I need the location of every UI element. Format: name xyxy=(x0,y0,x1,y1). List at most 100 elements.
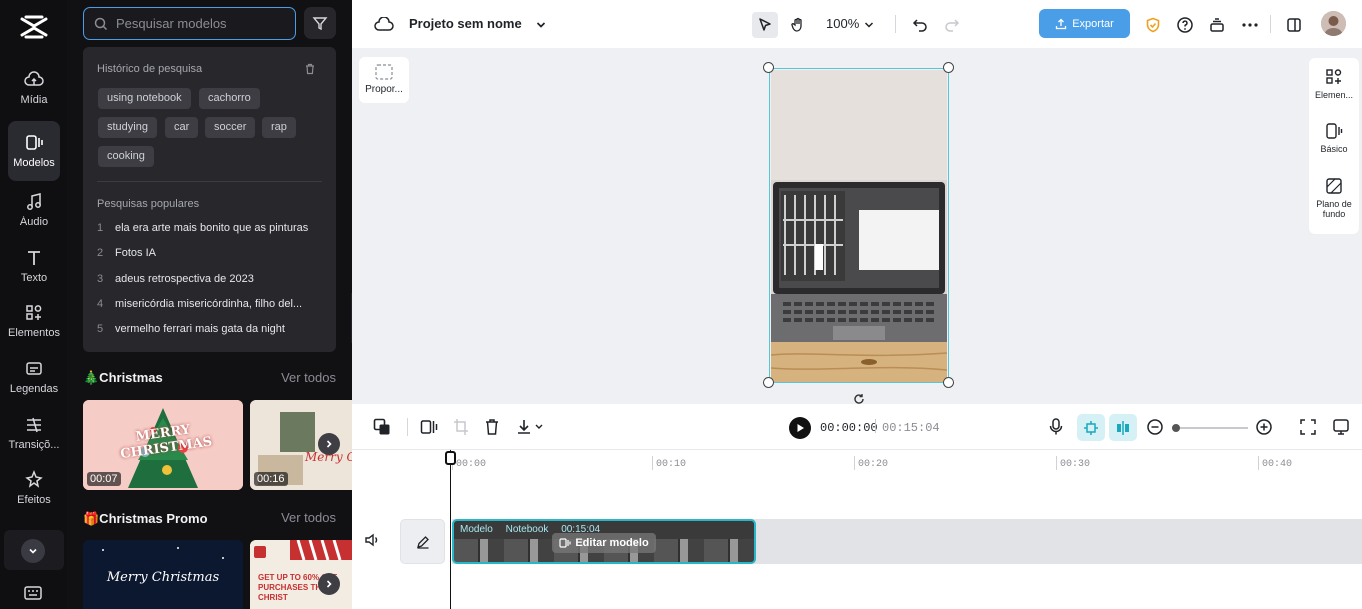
captions-icon xyxy=(26,362,42,375)
scroll-right-button[interactable] xyxy=(318,573,340,595)
see-all-christmas-link[interactable]: Ver todos xyxy=(281,370,336,385)
transitions-icon xyxy=(27,417,41,433)
total-time: 00:15:04 xyxy=(882,421,940,435)
redo-button[interactable] xyxy=(939,12,965,38)
resize-handle[interactable] xyxy=(763,377,774,388)
pencil-icon xyxy=(416,535,429,549)
zoom-out-icon[interactable] xyxy=(1146,418,1164,441)
download-icon[interactable] xyxy=(516,418,544,441)
divider xyxy=(97,181,322,182)
right-tools-panel: Elemen... Básico Plano de fundo xyxy=(1309,58,1359,234)
split-merge-icon[interactable] xyxy=(373,418,391,441)
rail-label: Legendas xyxy=(9,383,59,395)
tick-mark xyxy=(1258,456,1259,470)
popular-search-item[interactable]: 4 misericórdia misericórdinha, filho del.… xyxy=(97,298,312,310)
rail-item-templates[interactable]: Modelos xyxy=(8,121,60,181)
export-label: Exportar xyxy=(1072,17,1114,30)
scroll-right-button[interactable] xyxy=(318,433,340,455)
rail-item-effects[interactable]: Efeitos xyxy=(8,470,60,530)
clear-history-button[interactable] xyxy=(304,62,316,80)
microphone-icon[interactable] xyxy=(1049,418,1063,441)
rail-item-transitions[interactable]: Transiçõ... xyxy=(8,415,60,475)
pro-shield-icon[interactable] xyxy=(1140,12,1166,38)
history-chip[interactable]: using notebook xyxy=(98,88,191,109)
hand-icon xyxy=(791,17,802,32)
popular-search-text: Fotos IA xyxy=(115,247,156,259)
rail-item-text[interactable]: Texto xyxy=(8,248,60,308)
undo-button[interactable] xyxy=(907,12,933,38)
history-chip[interactable]: cooking xyxy=(98,146,154,167)
tick-label: 00:40 xyxy=(1262,459,1293,470)
zoom-in-icon[interactable] xyxy=(1255,418,1273,441)
feedback-icon[interactable] xyxy=(1332,418,1350,441)
search-suggestions-dropdown: Histórico de pesquisa using notebook cac… xyxy=(83,47,336,352)
resize-handle[interactable] xyxy=(763,62,774,73)
keyboard-icon[interactable] xyxy=(24,586,42,605)
tool-basic[interactable]: Básico xyxy=(1309,122,1359,154)
rail-label: Áudio xyxy=(19,216,49,228)
project-title[interactable]: Projeto sem nome xyxy=(409,16,522,31)
template-thumb[interactable]: GET UP TO 60% OFF PURCHASES THIS CHRIST xyxy=(250,540,352,609)
top-bar: Projeto sem nome 100% Exportar xyxy=(352,0,1362,48)
popular-search-item[interactable]: 5 vermelho ferrari mais gata da night xyxy=(97,323,312,335)
delete-icon[interactable] xyxy=(484,418,500,441)
filter-button[interactable] xyxy=(304,7,336,39)
see-all-christmas-promo-link[interactable]: Ver todos xyxy=(281,510,336,525)
search-input[interactable] xyxy=(116,16,286,31)
tick-mark xyxy=(652,456,653,470)
history-chip[interactable]: studying xyxy=(98,117,157,138)
history-chip[interactable]: soccer xyxy=(205,117,256,138)
rail-item-captions[interactable]: Legendas xyxy=(8,359,60,419)
zoom-level[interactable]: 100% xyxy=(826,16,859,31)
fit-timeline-icon[interactable] xyxy=(1299,418,1317,441)
toggle-panel-icon[interactable] xyxy=(1281,12,1307,38)
history-chip[interactable]: rap xyxy=(262,117,296,138)
timeline-zoom-slider[interactable] xyxy=(1172,424,1248,432)
tick-mark xyxy=(854,456,855,470)
crop-icon[interactable] xyxy=(453,418,469,441)
edit-template-button[interactable]: Editar modelo xyxy=(552,533,656,553)
export-button[interactable]: Exportar xyxy=(1039,9,1130,38)
zoom-chevron-icon[interactable] xyxy=(856,12,882,38)
link-toggle[interactable] xyxy=(1109,414,1137,441)
cover-edit-button[interactable] xyxy=(400,519,445,564)
tool-background[interactable]: Plano de fundo xyxy=(1309,177,1359,219)
hand-tool-button[interactable] xyxy=(785,12,811,38)
search-box[interactable] xyxy=(83,7,296,40)
popular-search-text: misericórdia misericórdinha, filho del..… xyxy=(115,298,303,310)
more-options-icon[interactable] xyxy=(1237,12,1263,38)
popular-search-item[interactable]: 1 ela era arte mais bonito que as pintura… xyxy=(97,222,312,234)
project-menu-chevron-icon[interactable] xyxy=(528,12,554,38)
track-volume-icon[interactable] xyxy=(364,533,380,552)
play-button[interactable] xyxy=(789,417,811,439)
avatar[interactable] xyxy=(1321,11,1346,36)
template-thumb[interactable]: MERRY CHRISTMAS 00:07 xyxy=(83,400,243,490)
elements-icon xyxy=(1326,69,1342,84)
split-clip-icon[interactable] xyxy=(420,418,438,441)
resize-handle[interactable] xyxy=(943,377,954,388)
template-clip[interactable]: Modelo Notebook 00:15:04 Editar modelo xyxy=(452,519,756,564)
popular-search-item[interactable]: 3 adeus retrospectiva de 2023 xyxy=(97,273,312,285)
divider xyxy=(1270,15,1271,33)
tick-mark xyxy=(1056,456,1057,470)
expand-rail-button[interactable] xyxy=(21,539,45,563)
capcut-logo[interactable] xyxy=(20,14,48,40)
select-tool-button[interactable] xyxy=(752,12,778,38)
rail-item-elements[interactable]: Elementos xyxy=(8,303,60,363)
tool-elements[interactable]: Elemen... xyxy=(1309,68,1359,100)
history-chip[interactable]: cachorro xyxy=(199,88,260,109)
aspect-ratio-button[interactable]: Propor... xyxy=(359,57,409,103)
popular-search-item[interactable]: 2 Fotos IA xyxy=(97,247,312,259)
rail-item-audio[interactable]: Áudio xyxy=(8,192,60,252)
divider xyxy=(407,418,408,436)
template-thumb[interactable]: Merry Christmas xyxy=(83,540,243,609)
stack-icon[interactable] xyxy=(1204,12,1230,38)
slider-knob[interactable] xyxy=(1172,424,1180,432)
magnet-snap-toggle[interactable] xyxy=(1077,414,1105,441)
cloud-sync-icon[interactable] xyxy=(371,12,397,38)
rank-number: 1 xyxy=(97,222,104,234)
playhead-handle[interactable] xyxy=(445,451,456,465)
history-chip[interactable]: car xyxy=(165,117,199,138)
help-icon[interactable] xyxy=(1172,12,1198,38)
resize-handle[interactable] xyxy=(943,62,954,73)
